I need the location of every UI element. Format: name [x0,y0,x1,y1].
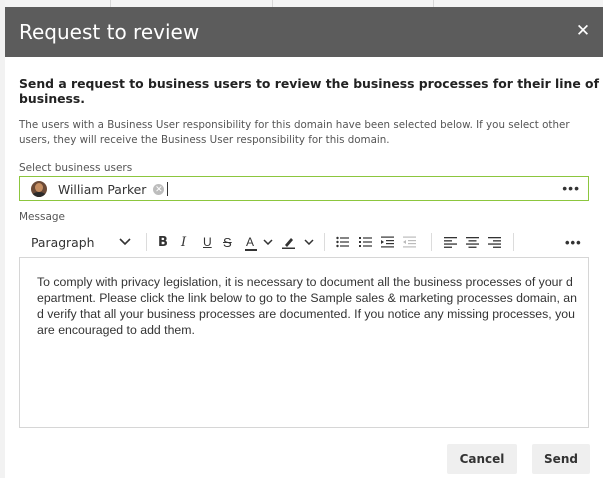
cancel-button[interactable]: Cancel [447,444,517,474]
decrease-indent-icon[interactable] [403,234,416,250]
dialog-title: Request to review [19,20,200,44]
message-label: Message [19,211,66,223]
text-cursor [167,182,168,196]
increase-indent-icon[interactable] [381,234,394,250]
more-options-icon[interactable]: ••• [562,180,580,196]
toolbar-divider [324,233,325,251]
toolbar-divider [513,233,514,251]
strikethrough-icon[interactable]: S [223,234,232,250]
bold-icon[interactable]: B [158,234,168,250]
font-color-icon[interactable]: A [245,234,257,251]
highlight-chevron-icon[interactable] [304,234,314,250]
font-color-chevron-icon[interactable] [263,234,273,250]
chevron-down-icon[interactable] [119,234,131,250]
send-button[interactable]: Send [532,444,590,474]
background-divider [433,0,434,7]
select-users-label: Select business users [19,162,133,174]
align-right-icon[interactable] [488,234,501,250]
more-options-icon[interactable]: ••• [565,234,582,250]
italic-icon[interactable]: I [181,234,186,250]
remove-chip-icon[interactable]: ✕ [153,183,165,195]
toolbar-divider [146,233,147,251]
business-users-field[interactable]: William Parker ✕ ••• [19,176,589,201]
user-avatar [31,181,47,197]
background-edge [0,0,5,478]
background-divider [272,0,273,7]
align-left-icon[interactable] [444,234,457,250]
editor-toolbar: Paragraph B I U S A ••• [19,226,589,257]
message-editor[interactable]: To comply with privacy legislation, it i… [19,257,589,428]
block-format-select[interactable]: Paragraph [31,234,94,250]
background-strip [0,0,603,7]
toolbar-divider [431,233,432,251]
user-chip[interactable]: William Parker ✕ [31,180,165,198]
align-center-icon[interactable] [466,234,479,250]
bulleted-list-icon[interactable] [336,234,349,250]
dialog-header: Request to review ✕ [5,7,603,57]
background-divider [110,0,111,7]
request-to-review-dialog: Request to review ✕ Send a request to bu… [0,0,603,478]
numbered-list-icon[interactable] [359,234,372,250]
message-body[interactable]: To comply with privacy legislation, it i… [37,274,577,338]
close-icon[interactable]: ✕ [575,22,591,39]
dialog-description: The users with a Business User responsib… [19,119,570,146]
highlight-color-icon[interactable] [282,234,296,250]
underline-icon[interactable]: U [203,234,212,250]
dialog-heading: Send a request to business users to revi… [19,76,599,106]
user-chip-name: William Parker [58,181,147,197]
